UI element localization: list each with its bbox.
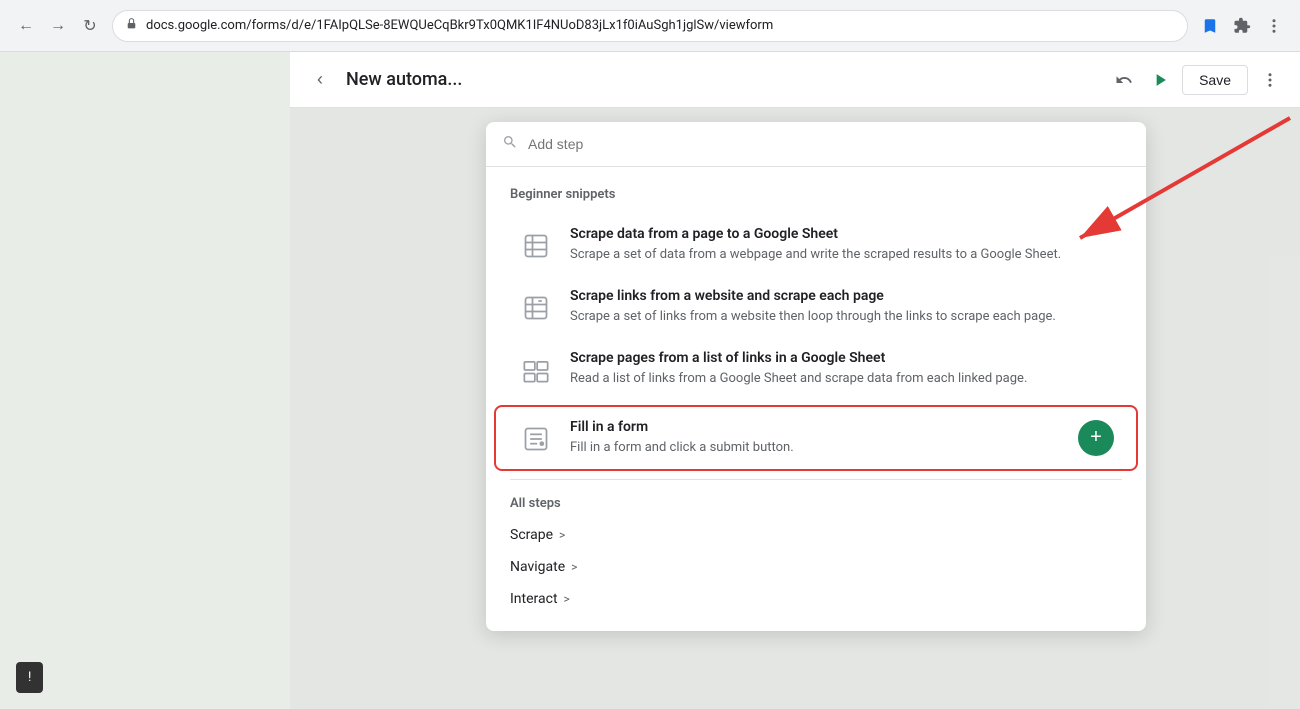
scrape-chevron-icon: > <box>559 528 565 542</box>
snippet-icon-2 <box>518 290 554 326</box>
reload-button[interactable]: ↻ <box>76 12 104 40</box>
back-button[interactable]: ← <box>12 12 40 40</box>
left-sidebar <box>0 52 290 709</box>
popup-overlay: Beginner snippets Scrape data from a pag… <box>290 108 1300 709</box>
snippet-title-4: Fill in a form <box>570 419 1062 435</box>
security-icon <box>125 17 138 34</box>
snippet-title-2: Scrape links from a website and scrape e… <box>570 288 1114 304</box>
category-interact[interactable]: Interact > <box>486 583 1146 615</box>
interact-label: Interact <box>510 591 558 607</box>
main-content: ‹ New automa... Save <box>0 52 1300 709</box>
snippet-icon-1 <box>518 228 554 264</box>
snippet-title-3: Scrape pages from a list of links in a G… <box>570 350 1114 366</box>
extensions-button[interactable] <box>1228 12 1256 40</box>
scrape-label: Scrape <box>510 527 553 543</box>
add-snippet-button[interactable]: + <box>1078 420 1114 456</box>
save-button[interactable]: Save <box>1182 65 1248 95</box>
search-bar <box>486 122 1146 167</box>
snippet-icon-3 <box>518 352 554 388</box>
interact-chevron-icon: > <box>564 592 570 606</box>
navigate-label: Navigate <box>510 559 565 575</box>
error-badge[interactable]: ! <box>16 662 43 693</box>
snippet-title-1: Scrape data from a page to a Google Shee… <box>570 226 1114 242</box>
more-options-button[interactable] <box>1256 66 1284 94</box>
snippet-icon-4 <box>518 421 554 457</box>
snippet-item-3[interactable]: Scrape pages from a list of links in a G… <box>494 338 1138 400</box>
back-nav-button[interactable]: ‹ <box>306 66 334 94</box>
snippet-desc-3: Read a list of links from a Google Sheet… <box>570 370 1114 388</box>
beginner-snippets-label: Beginner snippets <box>486 183 1146 214</box>
snippet-content-4: Fill in a form Fill in a form and click … <box>570 419 1062 457</box>
browser-chrome: ← → ↻ docs.google.com/forms/d/e/1FAIpQLS… <box>0 0 1300 52</box>
category-scrape[interactable]: Scrape > <box>486 519 1146 551</box>
snippet-item[interactable]: Scrape data from a page to a Google Shee… <box>494 214 1138 276</box>
navigate-chevron-icon: > <box>571 560 577 574</box>
snippet-desc-1: Scrape a set of data from a webpage and … <box>570 246 1114 264</box>
bookmark-button[interactable] <box>1196 12 1224 40</box>
fill-in-form-item[interactable]: Fill in a form Fill in a form and click … <box>494 405 1138 471</box>
forward-button[interactable]: → <box>44 12 72 40</box>
panel-scroll[interactable]: Beginner snippets Scrape data from a pag… <box>486 167 1146 631</box>
snippet-item-2[interactable]: Scrape links from a website and scrape e… <box>494 276 1138 338</box>
undo-button[interactable] <box>1110 66 1138 94</box>
menu-button[interactable] <box>1260 12 1288 40</box>
browser-actions <box>1196 12 1288 40</box>
nav-buttons: ← → ↻ <box>12 12 104 40</box>
all-steps-label: All steps <box>486 488 1146 519</box>
popup-panel: Beginner snippets Scrape data from a pag… <box>486 122 1146 631</box>
automation-header: ‹ New automa... Save <box>290 52 1300 108</box>
snippet-content-2: Scrape links from a website and scrape e… <box>570 288 1114 326</box>
error-icon: ! <box>28 670 31 685</box>
play-button[interactable] <box>1146 66 1174 94</box>
snippet-desc-2: Scrape a set of links from a website the… <box>570 308 1114 326</box>
search-icon <box>502 134 518 154</box>
header-actions: Save <box>1110 65 1284 95</box>
category-navigate[interactable]: Navigate > <box>486 551 1146 583</box>
snippet-desc-4: Fill in a form and click a submit button… <box>570 439 1062 457</box>
automation-title: New automa... <box>346 69 1098 90</box>
snippet-content-3: Scrape pages from a list of links in a G… <box>570 350 1114 388</box>
divider <box>510 479 1122 480</box>
search-input[interactable] <box>528 136 1130 152</box>
address-bar[interactable]: docs.google.com/forms/d/e/1FAIpQLSe-8EWQ… <box>112 10 1188 42</box>
snippet-content-1: Scrape data from a page to a Google Shee… <box>570 226 1114 264</box>
url-text: docs.google.com/forms/d/e/1FAIpQLSe-8EWQ… <box>146 18 1175 33</box>
